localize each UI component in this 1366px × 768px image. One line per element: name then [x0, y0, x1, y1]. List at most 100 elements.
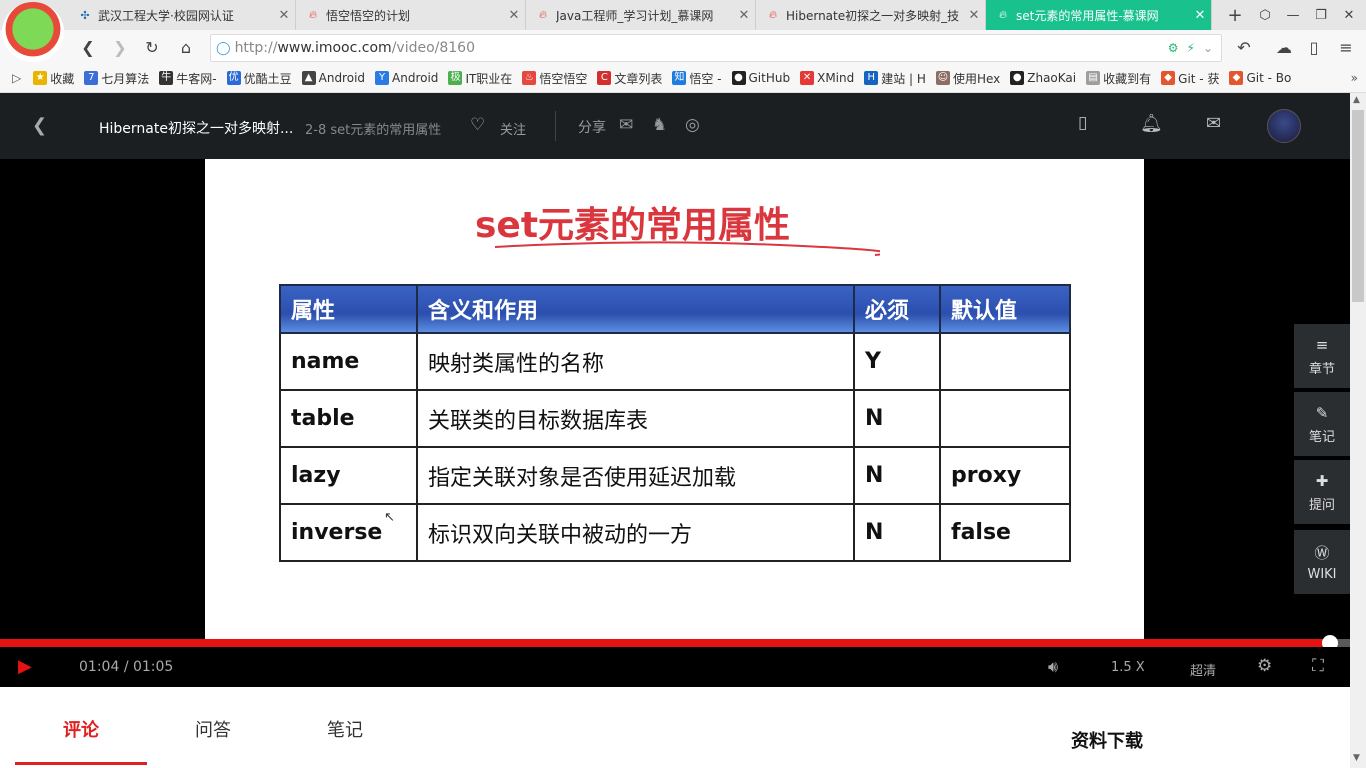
chapters-button[interactable]: ≡ 章节 — [1294, 324, 1350, 388]
user-avatar[interactable] — [1267, 109, 1301, 143]
side-tool-label: 章节 — [1308, 361, 1335, 377]
github-icon: ● — [731, 71, 746, 85]
ask-button[interactable]: ✚ 提问 — [1294, 460, 1350, 524]
scroll-down-icon[interactable]: ▼ — [1353, 753, 1360, 763]
scrollbar-thumb[interactable] — [1352, 110, 1364, 302]
close-icon[interactable]: ✕ — [273, 8, 295, 23]
browser-tab[interactable]: 🔥︎ 悟空悟空的计划 ✕ — [296, 0, 526, 30]
quality-button[interactable]: 超清 — [1190, 660, 1216, 679]
page-loading-icon: ◯ — [216, 40, 231, 56]
bookmark-item[interactable]: ✕ XMind — [800, 71, 854, 85]
cloud-icon[interactable]: ☁ — [1268, 30, 1300, 64]
bookmark-item[interactable]: ♨ 悟空悟空 — [522, 70, 587, 87]
follow-label[interactable]: 关注 — [500, 119, 526, 138]
bell-icon[interactable]: 🔔︎ — [1140, 113, 1163, 134]
fullscreen-icon[interactable]: ⛶ — [1312, 656, 1324, 676]
bookmark-label: Android — [318, 71, 366, 85]
bookmark-label: 优酷土豆 — [243, 71, 292, 86]
new-tab-button[interactable]: + — [1220, 0, 1250, 30]
lightning-icon[interactable]: ⚡ — [1187, 41, 1195, 55]
bookmark-item[interactable]: ★ 收藏 — [33, 70, 74, 87]
bookmark-item[interactable]: ◆ Git - Bo — [1229, 71, 1291, 85]
sidebar-toggle-icon[interactable]: ▷ — [12, 71, 21, 85]
mail-icon[interactable]: ✉ — [1206, 113, 1221, 134]
close-icon[interactable]: ✕ — [733, 8, 755, 23]
table-cell: 标识双向关联中被动的一方 — [416, 503, 855, 562]
bookmark-item[interactable]: 优优酷土豆 — [226, 70, 292, 87]
bookmark-item[interactable]: 知悟空 - — [672, 70, 722, 87]
undo-icon[interactable]: ↶ — [1228, 30, 1260, 64]
url-prefix: http:// — [234, 40, 278, 56]
reload-icon[interactable]: ↻ — [136, 30, 168, 64]
volume-icon[interactable]: 🔊︎ — [1048, 657, 1058, 677]
wechat-icon[interactable]: ✉ — [619, 115, 633, 135]
mouse-cursor-icon: ↖ — [384, 510, 395, 525]
tab-qa[interactable]: 问答 — [195, 716, 231, 742]
menu-icon[interactable]: ≡ — [1330, 30, 1362, 64]
home-icon[interactable]: ⌂ — [170, 30, 202, 64]
mobile-icon[interactable]: ▯ — [1078, 113, 1087, 133]
c-icon: C — [597, 71, 612, 85]
bookmark-item[interactable]: Y Android — [375, 71, 438, 85]
reading-mode-icon[interactable]: ▯ — [1298, 30, 1330, 64]
settings-icon[interactable]: ⚙ — [1257, 656, 1272, 676]
back-icon[interactable]: ❮ — [72, 30, 104, 64]
bookmark-item[interactable]: 极 IT职业在 — [448, 70, 512, 87]
browser-profile-avatar[interactable] — [2, 2, 64, 62]
bookmark-item[interactable]: 7 七月算法 — [84, 70, 149, 87]
address-bar[interactable]: ◯ http://www.imooc.com/video/8160 ⚙ ⚡ ⌄ — [210, 34, 1222, 62]
tab-comments[interactable]: 评论 — [63, 716, 99, 742]
bookmark-item[interactable]: H 建站 | H — [864, 70, 926, 87]
browser-tab[interactable]: 🔥︎ Java工程师_学习计划_慕课网 ✕ — [526, 0, 756, 30]
player-controls: ▶ 01:04 / 01:05 🔊︎ 1.5 X 超清 ⚙ ⛶ — [0, 647, 1350, 687]
bookmark-item[interactable]: 牛牛客网- — [159, 70, 217, 87]
bookmark-label: Git - 获 — [1178, 71, 1220, 86]
column-header: 必须 — [853, 284, 941, 334]
bookmark-item[interactable]: ● ZhaoKai — [1010, 71, 1076, 85]
dropdown-icon[interactable]: ⌄ — [1203, 41, 1213, 55]
weibo-icon[interactable]: ◎ — [685, 115, 700, 135]
scroll-up-icon[interactable]: ▲ — [1353, 95, 1360, 105]
forward-icon[interactable]: ❯ — [104, 30, 136, 64]
section-title: 2-8 set元素的常用属性 — [305, 123, 442, 138]
close-icon[interactable]: ✕ — [503, 8, 525, 23]
bookmark-label: 七月算法 — [101, 71, 150, 86]
flame-icon: 🔥︎ — [998, 8, 1008, 21]
browser-tab-active[interactable]: 🔥︎ set元素的常用属性-慕课网 ✕ — [986, 0, 1212, 30]
bookmark-item[interactable]: ◆ Git - 获 — [1161, 70, 1219, 87]
xmind-icon: ✕ — [800, 71, 815, 85]
bookmark-label: Android — [392, 71, 439, 85]
table-cell: 指定关联对象是否使用延迟加载 — [416, 446, 855, 505]
heart-icon[interactable]: ♡ — [470, 115, 485, 135]
wiki-button[interactable]: Ⓦ WIKI — [1294, 530, 1350, 594]
qq-icon[interactable]: ♞ — [652, 115, 667, 135]
bookmark-item[interactable]: ● GitHub — [731, 71, 790, 85]
security-icon[interactable]: ⚙ — [1168, 41, 1179, 55]
table-cell: inverse — [279, 503, 418, 562]
bookmarks-bar: ▷ ★ 收藏 7 七月算法牛牛客网- 优优酷土豆 ▲ Android Y Android 极 IT职… — [0, 64, 1366, 93]
minimize-icon[interactable]: — — [1278, 0, 1308, 30]
bookmark-item[interactable]: ☺ 使用Hex — [935, 70, 1001, 87]
close-icon[interactable]: ✕ — [1189, 8, 1211, 23]
close-icon[interactable]: ✕ — [963, 8, 985, 23]
time-separator: / — [123, 659, 129, 675]
bookmark-label: Git - Bo — [1246, 71, 1292, 85]
course-title[interactable]: Hibernate初探之一对多映射... — [99, 118, 293, 138]
bookmark-item[interactable]: ▤ 收藏到有 — [1086, 70, 1151, 87]
browser-tab[interactable]: ✣ 武汉工程大学·校园网认证 ✕ — [68, 0, 296, 30]
back-icon[interactable]: ❮ — [32, 115, 47, 136]
maximize-icon[interactable]: ❐ — [1306, 0, 1336, 30]
bookmark-label: 使用Hex — [952, 71, 1001, 86]
flame-icon: ♨ — [522, 71, 537, 85]
time-display: 01:04 / 01:05 — [79, 659, 173, 675]
bookmark-item[interactable]: ▲ Android — [301, 71, 366, 85]
tab-notes[interactable]: 笔记 — [327, 716, 363, 742]
bookmark-item[interactable]: C 文章列表 — [597, 70, 662, 87]
more-bookmarks-icon[interactable]: » — [1351, 71, 1358, 85]
browser-tab[interactable]: 🔥︎ Hibernate初探之一对多映射_技 ✕ — [756, 0, 986, 30]
window-close-icon[interactable]: ✕ — [1334, 0, 1364, 30]
notes-button[interactable]: ✎ 笔记 — [1294, 392, 1350, 456]
speed-button[interactable]: 1.5 X — [1111, 660, 1145, 675]
restore-tabs-icon[interactable]: ⬡ — [1250, 0, 1280, 30]
play-icon[interactable]: ▶ — [18, 656, 32, 677]
